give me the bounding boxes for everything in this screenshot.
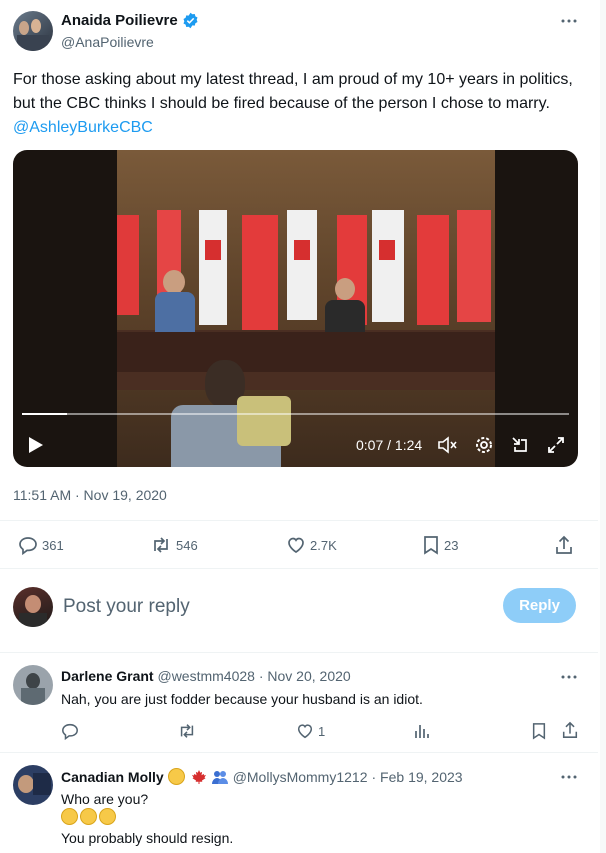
tweet-timestamp[interactable]: 11:51 AM · Nov 19, 2020 — [13, 487, 167, 503]
reply-date[interactable]: · Nov 20, 2020 — [259, 668, 351, 684]
retweet-count: 546 — [176, 537, 198, 553]
reply-date-molly[interactable]: · Feb 19, 2023 — [372, 769, 463, 785]
reply-like-action[interactable]: 1 — [296, 722, 325, 740]
play-icon[interactable] — [28, 436, 44, 454]
like-action[interactable]: 2.7K — [286, 535, 337, 555]
rolling-eyes-emojis — [61, 808, 118, 827]
share-icon[interactable] — [554, 535, 574, 555]
heart-icon — [286, 535, 306, 555]
people-hugging-icon — [211, 769, 229, 785]
author-avatar[interactable] — [13, 11, 53, 51]
reply-heart-icon — [296, 722, 314, 740]
mention-link[interactable]: @AshleyBurkeCBC — [13, 119, 153, 136]
author-name[interactable]: Anaida Poilievre — [61, 12, 178, 29]
reply-like-count: 1 — [318, 723, 326, 739]
reply-author-handle[interactable]: @westmm4028 — [157, 668, 254, 684]
sunglasses-emoji-icon — [167, 768, 185, 785]
author-handle[interactable]: @AnaPoilievre — [61, 34, 154, 50]
more-options-icon[interactable] — [560, 14, 578, 28]
reply-avatar-molly[interactable] — [13, 765, 53, 805]
reply-avatar[interactable] — [13, 665, 53, 705]
reply-views-icon[interactable] — [414, 722, 430, 740]
scrollbar[interactable] — [600, 0, 606, 853]
retweet-action[interactable]: 546 — [150, 535, 198, 555]
bookmark-icon — [422, 535, 440, 555]
video-player[interactable]: 0:07 / 1:24 — [13, 150, 578, 467]
maple-leaf-icon — [191, 769, 207, 785]
reply-button[interactable]: Reply — [503, 588, 576, 623]
comment-icon — [18, 535, 38, 555]
reply-comment-icon[interactable] — [61, 722, 79, 740]
retweet-icon — [150, 535, 172, 555]
like-count: 2.7K — [310, 537, 337, 553]
rolling-eyes-emoji-icon — [99, 808, 116, 825]
bookmark-count: 23 — [444, 537, 459, 553]
tweet-text: For those asking about my latest thread,… — [13, 68, 578, 140]
reply-author-name-molly[interactable]: Canadian Molly — [61, 769, 164, 785]
verified-badge-icon — [182, 12, 199, 29]
reply-action[interactable]: 361 — [18, 535, 64, 555]
reply-text: Nah, you are just fodder because your hu… — [61, 691, 423, 707]
mute-icon[interactable] — [437, 435, 459, 455]
reply-more-options-icon-molly[interactable] — [560, 770, 578, 784]
reply-bookmark-icon[interactable] — [531, 722, 547, 740]
video-progress-fill — [22, 413, 68, 415]
rolling-eyes-emoji-icon — [61, 808, 78, 825]
reply-more-options-icon[interactable] — [560, 670, 578, 684]
picture-in-picture-icon[interactable] — [510, 435, 530, 455]
reply-text-line-3: You probably should resign. — [61, 830, 234, 846]
reply-count: 361 — [42, 537, 64, 553]
video-time: 0:07 / 1:24 — [356, 437, 423, 453]
reply-input[interactable]: Post your reply — [63, 596, 483, 618]
settings-gear-icon[interactable] — [474, 435, 494, 455]
video-progress-track[interactable] — [22, 413, 569, 415]
reply-retweet-icon[interactable] — [177, 722, 197, 740]
tweet-body: For those asking about my latest thread,… — [13, 71, 573, 112]
reply-share-icon[interactable] — [561, 721, 579, 739]
reply-author-handle-molly[interactable]: @MollysMommy1212 — [233, 769, 368, 785]
reply-author-name[interactable]: Darlene Grant — [61, 668, 154, 684]
bookmark-action[interactable]: 23 — [422, 535, 458, 555]
fullscreen-icon[interactable] — [546, 435, 566, 455]
user-avatar[interactable] — [13, 587, 53, 627]
reply-text-line-1: Who are you? — [61, 791, 149, 807]
rolling-eyes-emoji-icon — [80, 808, 97, 825]
